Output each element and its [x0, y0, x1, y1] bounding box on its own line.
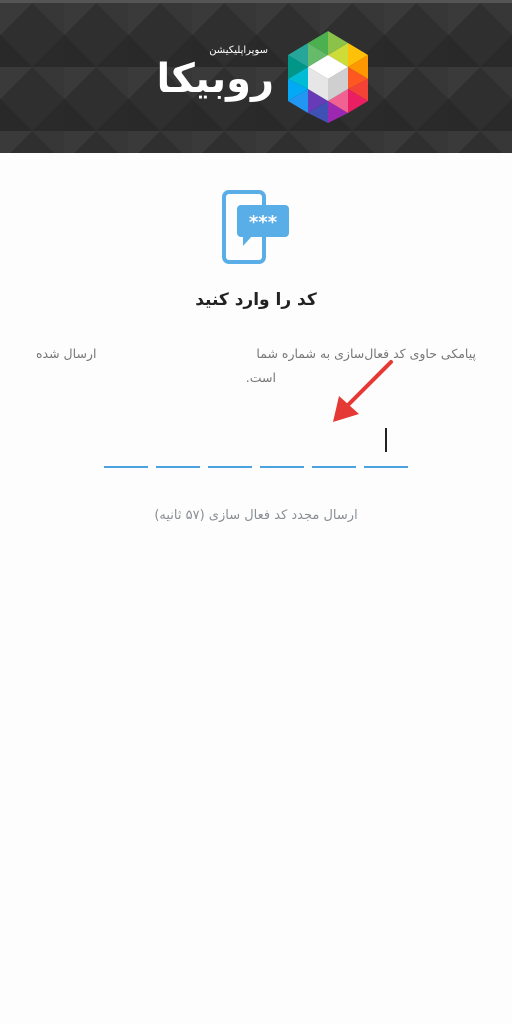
code-digit-5[interactable] [312, 420, 356, 468]
page-title: کد را وارد کنید [195, 290, 317, 310]
verification-code-input[interactable] [104, 420, 408, 468]
logo-wordmark: روبیکا [156, 56, 274, 102]
code-digit-6[interactable] [364, 420, 408, 468]
code-digit-3[interactable] [208, 420, 252, 468]
rubika-cube-logo-icon [288, 31, 368, 123]
code-digit-2[interactable] [156, 420, 200, 468]
logo-tagline: سوپراپلیکیشن [209, 45, 268, 56]
annotation-arrow-icon [333, 360, 393, 422]
verification-message: پیامکی حاوی کد فعال‌سازی به شماره شما ار… [36, 342, 476, 390]
text-caret [385, 428, 387, 452]
message-line2: است. [245, 370, 276, 385]
svg-text:***: *** [249, 212, 278, 233]
app-logo: سوپراپلیکیشن روبیکا [136, 29, 376, 125]
sms-message-icon: *** [222, 190, 289, 264]
code-digit-1[interactable] [104, 420, 148, 468]
resend-code-link[interactable]: ارسال مجدد کد فعال سازی (۵۷ ثانیه) [0, 508, 512, 523]
app-header: سوپراپلیکیشن روبیکا [0, 0, 512, 153]
message-line1-end: ارسال شده [36, 346, 97, 361]
code-digit-4[interactable] [260, 420, 304, 468]
